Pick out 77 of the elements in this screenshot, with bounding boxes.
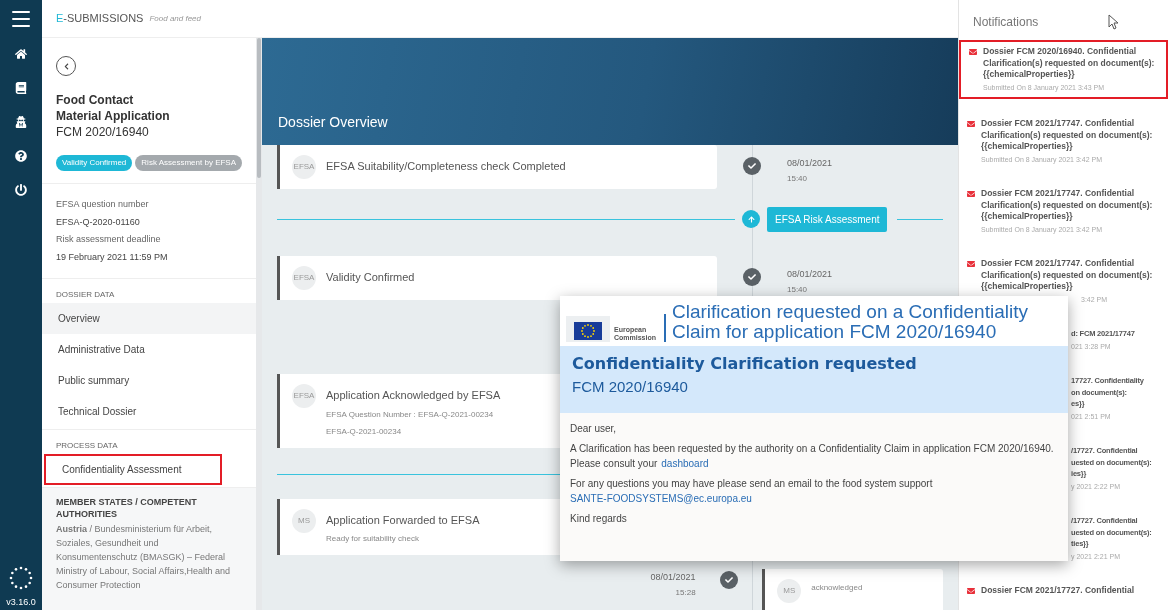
app-brand: E-SUBMISSIONS: [56, 11, 144, 27]
email-address-link[interactable]: SANTE-FOODSYSTEMS@ec.europa.eu: [570, 490, 752, 506]
check-icon: [743, 268, 761, 286]
notification-item[interactable]: Dossier FCM 2021/17727. Confidential: [959, 581, 1168, 601]
flag-icon: [566, 314, 610, 342]
chevron-left-icon: [62, 62, 70, 70]
nav-item[interactable]: Overview: [42, 303, 257, 334]
status-badge: Risk Assessment by EFSA: [135, 155, 243, 171]
help-icon[interactable]: [15, 150, 27, 162]
agent-icon[interactable]: [15, 116, 27, 128]
overview-title: Dossier Overview: [278, 113, 388, 132]
email-paragraph: For any questions you may have please send an email to the food system support: [570, 476, 934, 491]
event-date: 08/01/2021: [787, 268, 833, 281]
event-title: Application Acknowledged by EFSA: [326, 388, 501, 403]
source-badge: EFSA: [292, 266, 316, 290]
book-icon[interactable]: [15, 82, 27, 94]
power-icon[interactable]: [15, 184, 27, 196]
scrollbar-thumb[interactable]: [257, 38, 261, 178]
email-paragraph: A Clarification has been requested by the authority on a Confidentiality Claim in application FCM 2020/16940.: [570, 441, 1055, 456]
notification-text: Dossier FCM 2021/17747. Confidential Clarification(s) requested on document(s): {{chemicalProperties}}: [981, 188, 1154, 223]
info-value: 19 February 2021 11:59 PM: [56, 250, 169, 264]
cursor-icon: [1108, 14, 1121, 30]
email-heading: Confidentiality Clarification requested: [572, 353, 918, 375]
section-heading: PROCESS DATA: [55, 440, 119, 452]
event-detail: EFSA Question Number : EFSA-Q-2021-00234: [326, 408, 495, 421]
envelope-icon: [969, 48, 977, 56]
application-reference: FCM 2020/16940: [56, 124, 150, 141]
notification-text: Dossier FCM 2020/16940. Confidential Clarification(s) requested on document(s): {{chemicalProperties}}: [983, 46, 1156, 81]
notification-text: Dossier FCM 2021/17747. Confidential Clarification(s) requested on document(s): {{chemicalProperties}}: [981, 258, 1154, 293]
email-text: Please consult your: [570, 456, 658, 471]
email-closing: Kind regards: [570, 511, 628, 526]
milestone-label: EFSA Risk Assessment: [767, 206, 888, 232]
envelope-icon: [967, 190, 975, 198]
application-title: Food Contact Material Application: [56, 92, 171, 124]
envelope-icon: [967, 120, 975, 128]
event-date: 08/01/2021: [650, 571, 696, 584]
event-date: 08/01/2021: [787, 157, 833, 170]
stars-circle-icon: [9, 565, 33, 590]
home-icon[interactable]: [15, 48, 27, 60]
check-icon: [719, 571, 738, 589]
check-icon: [743, 157, 761, 175]
nav-item[interactable]: Public summary: [42, 365, 257, 396]
notification-text: Dossier FCM 2021/17747. Confidential Clarification(s) requested on document(s): {{chemicalProperties}}: [981, 118, 1154, 153]
section-heading: DOSSIER DATA: [55, 289, 116, 301]
status-badge: Validity Confirmed: [56, 155, 133, 171]
email-reference: FCM 2020/16940: [572, 377, 689, 397]
event-detail: EFSA-Q-2021-00234: [326, 425, 403, 438]
event-time: 15:40: [787, 172, 808, 185]
envelope-icon: [967, 260, 975, 268]
envelope-icon: [967, 587, 975, 595]
info-label: EFSA question number: [56, 198, 150, 211]
arrow-up-icon: [742, 210, 760, 228]
event-detail: Ready for suitability check: [326, 533, 420, 545]
source-badge: MS: [292, 508, 316, 533]
info-value: EFSA-Q-2020-01160: [56, 215, 141, 229]
nav-item[interactable]: Administrative Data: [42, 334, 257, 365]
email-greeting: Dear user,: [570, 421, 618, 436]
notifications-title: Notifications: [973, 14, 1039, 31]
source-badge: MS: [777, 579, 802, 603]
nav-item[interactable]: Confidentiality Assessment: [44, 454, 222, 485]
info-label: Risk assessment deadline: [56, 233, 162, 246]
app-tagline: Food and feed: [149, 12, 202, 25]
event-detail: acknowledged: [811, 582, 863, 594]
notification-text: Dossier FCM 2021/17727. Confidential: [981, 585, 1135, 597]
authorities-heading: MEMBER STATES / COMPETENT AUTHORITIES: [56, 496, 198, 520]
event-title: Validity Confirmed: [326, 270, 415, 285]
event-title: EFSA Suitability/Completeness check Completed: [326, 159, 566, 174]
event-title: Application Forwarded to EFSA: [326, 512, 480, 528]
event-time: 15:40: [787, 283, 808, 296]
dashboard-link[interactable]: dashboard: [661, 455, 709, 471]
source-badge: EFSA: [292, 155, 316, 179]
version-text: v3.16.0: [6, 595, 36, 609]
event-time: 15:28: [675, 586, 696, 599]
authorities-text: Austria / Bundesministerium für Arbeit, Soziales, Gesundheit und Konsumentenschutz (BMASGK) – Federal Ministry of Labour, Social Affairs,Health and Consumer Protection: [56, 523, 231, 592]
source-badge: EFSA: [292, 384, 316, 408]
nav-item[interactable]: Technical Dossier: [42, 396, 257, 427]
email-subject: Clarification requested on a Confidentiality Claim for application FCM 2020/16940: [672, 302, 1029, 342]
